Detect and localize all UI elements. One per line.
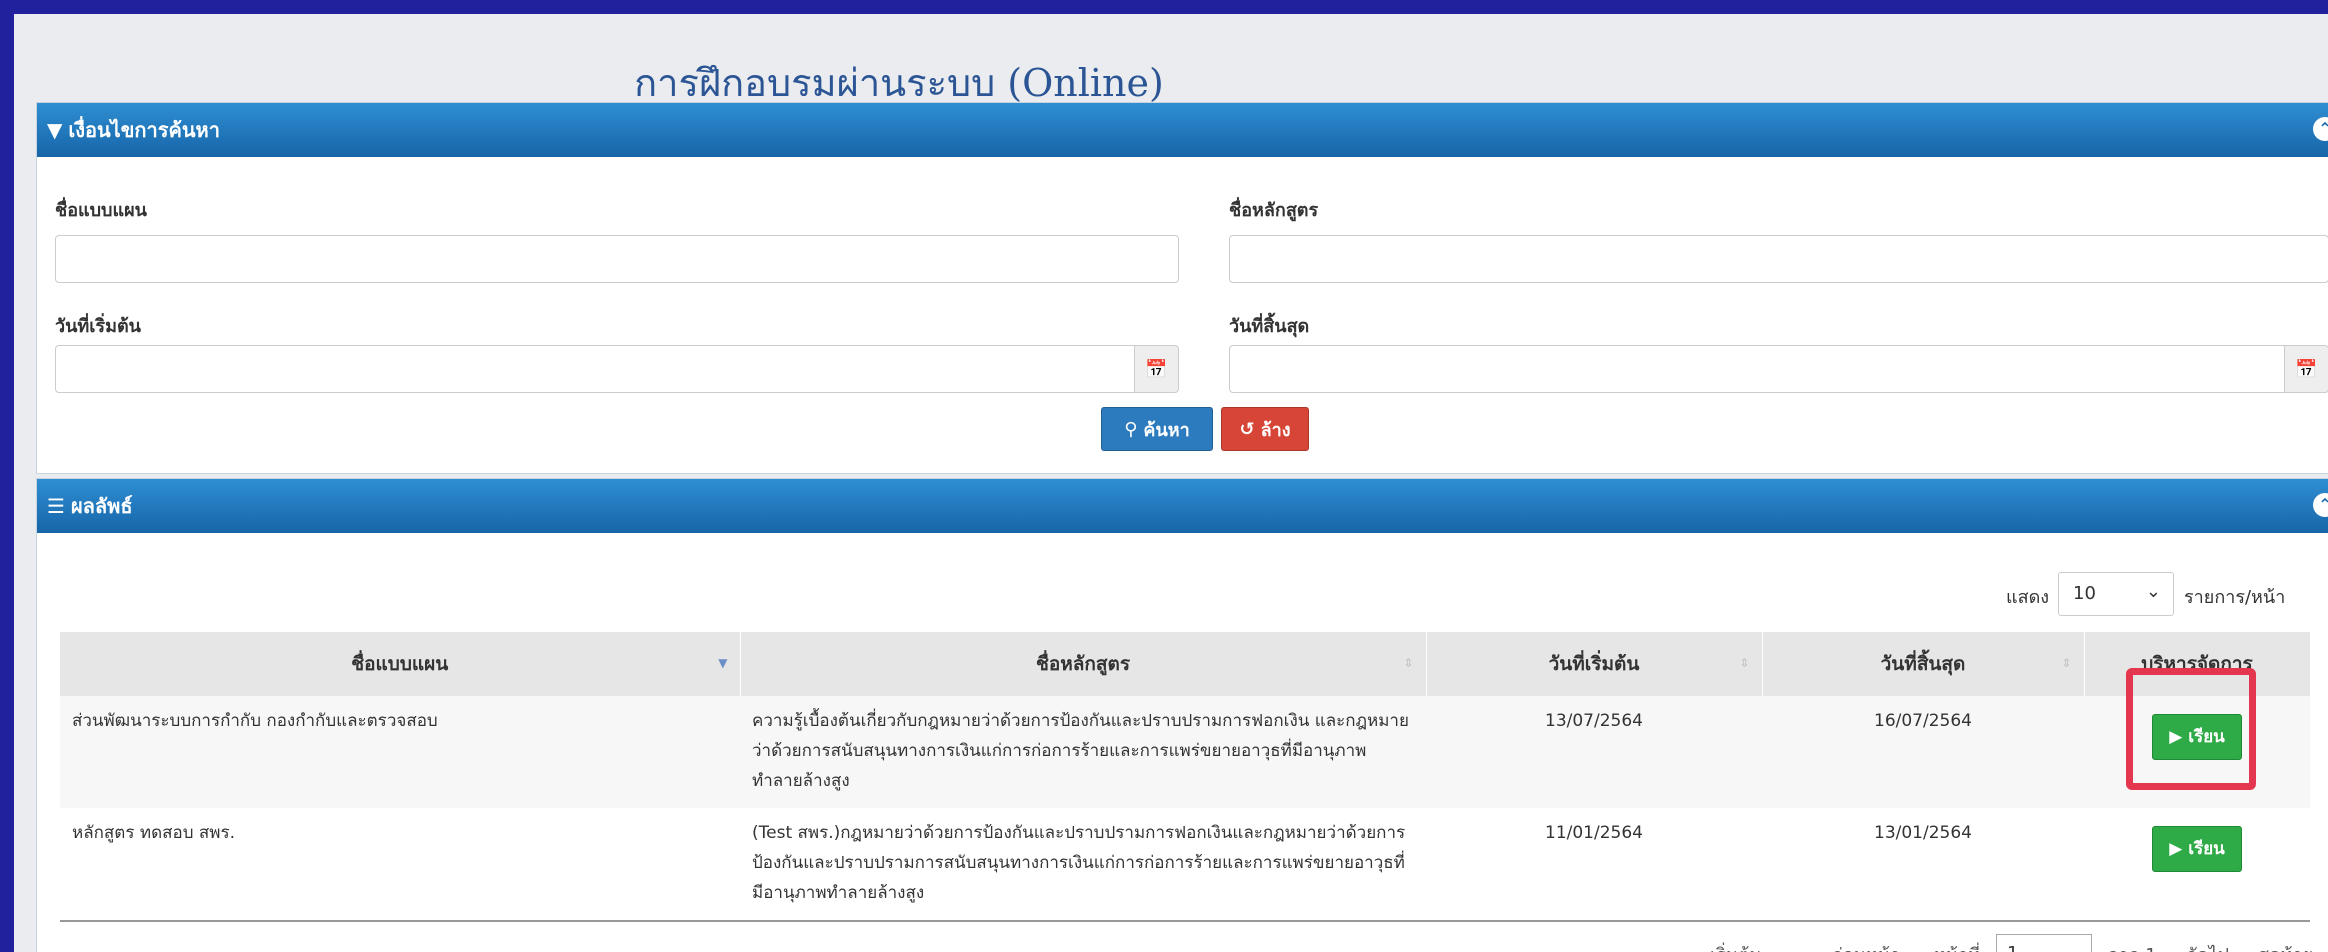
results-table: ชื่อแบบแผน ▼ ชื่อหลักสูตร ⇕ วันที่เริ่มต้น…	[60, 632, 2311, 922]
search-icon: ⚲	[1124, 418, 1138, 440]
search-button[interactable]: ⚲ ค้นหา	[1101, 407, 1213, 451]
end-date-label: วันที่สิ้นสุด	[1229, 316, 1310, 337]
pager-of-label: จาก 1	[2108, 940, 2157, 952]
pager-page-label: หน้าที่	[1934, 940, 1980, 952]
collapse-icon[interactable]: ⌃	[2313, 117, 2328, 141]
search-button-label: ค้นหา	[1143, 419, 1190, 441]
search-panel-title: เงื่อนไขการค้นหา	[68, 118, 220, 142]
table-row: ส่วนพัฒนาระบบการกำกับ กองกำกับและตรวจสอบ…	[60, 696, 2310, 808]
sort-icon: ⇕	[2061, 656, 2072, 670]
clear-button-label: ล้าง	[1260, 419, 1291, 441]
end-date-input[interactable]	[1229, 345, 2285, 393]
collapse-icon[interactable]: ⌃	[2313, 493, 2328, 517]
pager-next[interactable]: ถัดไป	[2186, 940, 2229, 952]
table-row: หลักสูตร ทดสอบ สพร. (Test สพร.)กฎหมายว่า…	[60, 808, 2310, 922]
results-panel-title: ผลลัพธ์	[70, 494, 133, 518]
plan-name-input[interactable]	[55, 235, 1179, 283]
course-name-input[interactable]	[1229, 235, 2328, 283]
refresh-icon: ↺	[1239, 418, 1255, 440]
plan-name-label: ชื่อแบบแผน	[55, 200, 147, 221]
calendar-icon[interactable]: 📅	[1135, 345, 1179, 393]
play-icon: ▶	[2169, 839, 2183, 859]
per-page-label: รายการ/หน้า	[2184, 587, 2286, 608]
sort-icon: ⇕	[1403, 656, 1414, 670]
filter-icon: ▼	[47, 118, 63, 142]
pager-prev[interactable]: ก่อนหน้า	[1832, 940, 1900, 952]
page-size-select[interactable]: 10 ⌄	[2058, 572, 2174, 616]
start-date-label: วันที่เริ่มต้น	[55, 316, 141, 337]
search-panel-header: ▼ เงื่อนไขการค้นหา ⌃	[37, 103, 2328, 157]
column-header-start-date[interactable]: วันที่เริ่มต้น ⇕	[1426, 632, 1763, 696]
search-panel: ▼ เงื่อนไขการค้นหา ⌃ ชื่อแบบแผน ชื่อหลัก…	[36, 102, 2328, 474]
cell-course: ความรู้เบื้องต้นเกี่ยวกับกฎหมายว่าด้วยกา…	[740, 696, 1426, 808]
app-frame: การฝึกอบรมผ่านระบบ (Online) ▼ เงื่อนไขกา…	[14, 14, 2328, 952]
page-size-value: 10	[2073, 583, 2096, 604]
learn-button-label: เรียน	[2188, 839, 2225, 859]
cell-plan: หลักสูตร ทดสอบ สพร.	[60, 808, 740, 922]
sort-icon: ⇕	[1739, 656, 1750, 670]
list-icon: ☰	[47, 494, 65, 518]
highlight-box	[2126, 668, 2256, 790]
course-name-label: ชื่อหลักสูตร	[1229, 200, 1319, 221]
cell-start-date: 13/07/2564	[1426, 696, 1762, 808]
column-header-plan[interactable]: ชื่อแบบแผน ▼	[60, 632, 741, 696]
start-date-input[interactable]	[55, 345, 1135, 393]
table-header-row: ชื่อแบบแผน ▼ ชื่อหลักสูตร ⇕ วันที่เริ่มต้น…	[60, 632, 2311, 696]
column-header-end-date[interactable]: วันที่สิ้นสุด ⇕	[1762, 632, 2085, 696]
clear-button[interactable]: ↺ ล้าง	[1221, 407, 1309, 451]
show-label: แสดง	[2006, 587, 2050, 608]
chevron-down-icon: ⌄	[2145, 581, 2161, 602]
column-header-course[interactable]: ชื่อหลักสูตร ⇕	[740, 632, 1427, 696]
cell-end-date: 13/01/2564	[1762, 808, 2084, 922]
results-panel-header: ☰ ผลลัพธ์ ⌃	[37, 479, 2328, 533]
pager-first[interactable]: เริ่มต้น	[1710, 940, 1762, 952]
cell-plan: ส่วนพัฒนาระบบการกำกับ กองกำกับและตรวจสอบ	[60, 696, 740, 808]
cell-start-date: 11/01/2564	[1426, 808, 1762, 922]
learn-button[interactable]: ▶ เรียน	[2152, 826, 2242, 872]
pager-last[interactable]: สุดท้าย	[2258, 940, 2313, 952]
page-number-input[interactable]: 1	[1996, 934, 2092, 952]
calendar-icon[interactable]: 📅	[2285, 345, 2328, 393]
sort-desc-icon: ▼	[718, 656, 728, 670]
cell-course: (Test สพร.)กฎหมายว่าด้วยการป้องกันและปรา…	[740, 808, 1426, 922]
cell-actions: ▶ เรียน	[2084, 808, 2310, 922]
cell-end-date: 16/07/2564	[1762, 696, 2084, 808]
